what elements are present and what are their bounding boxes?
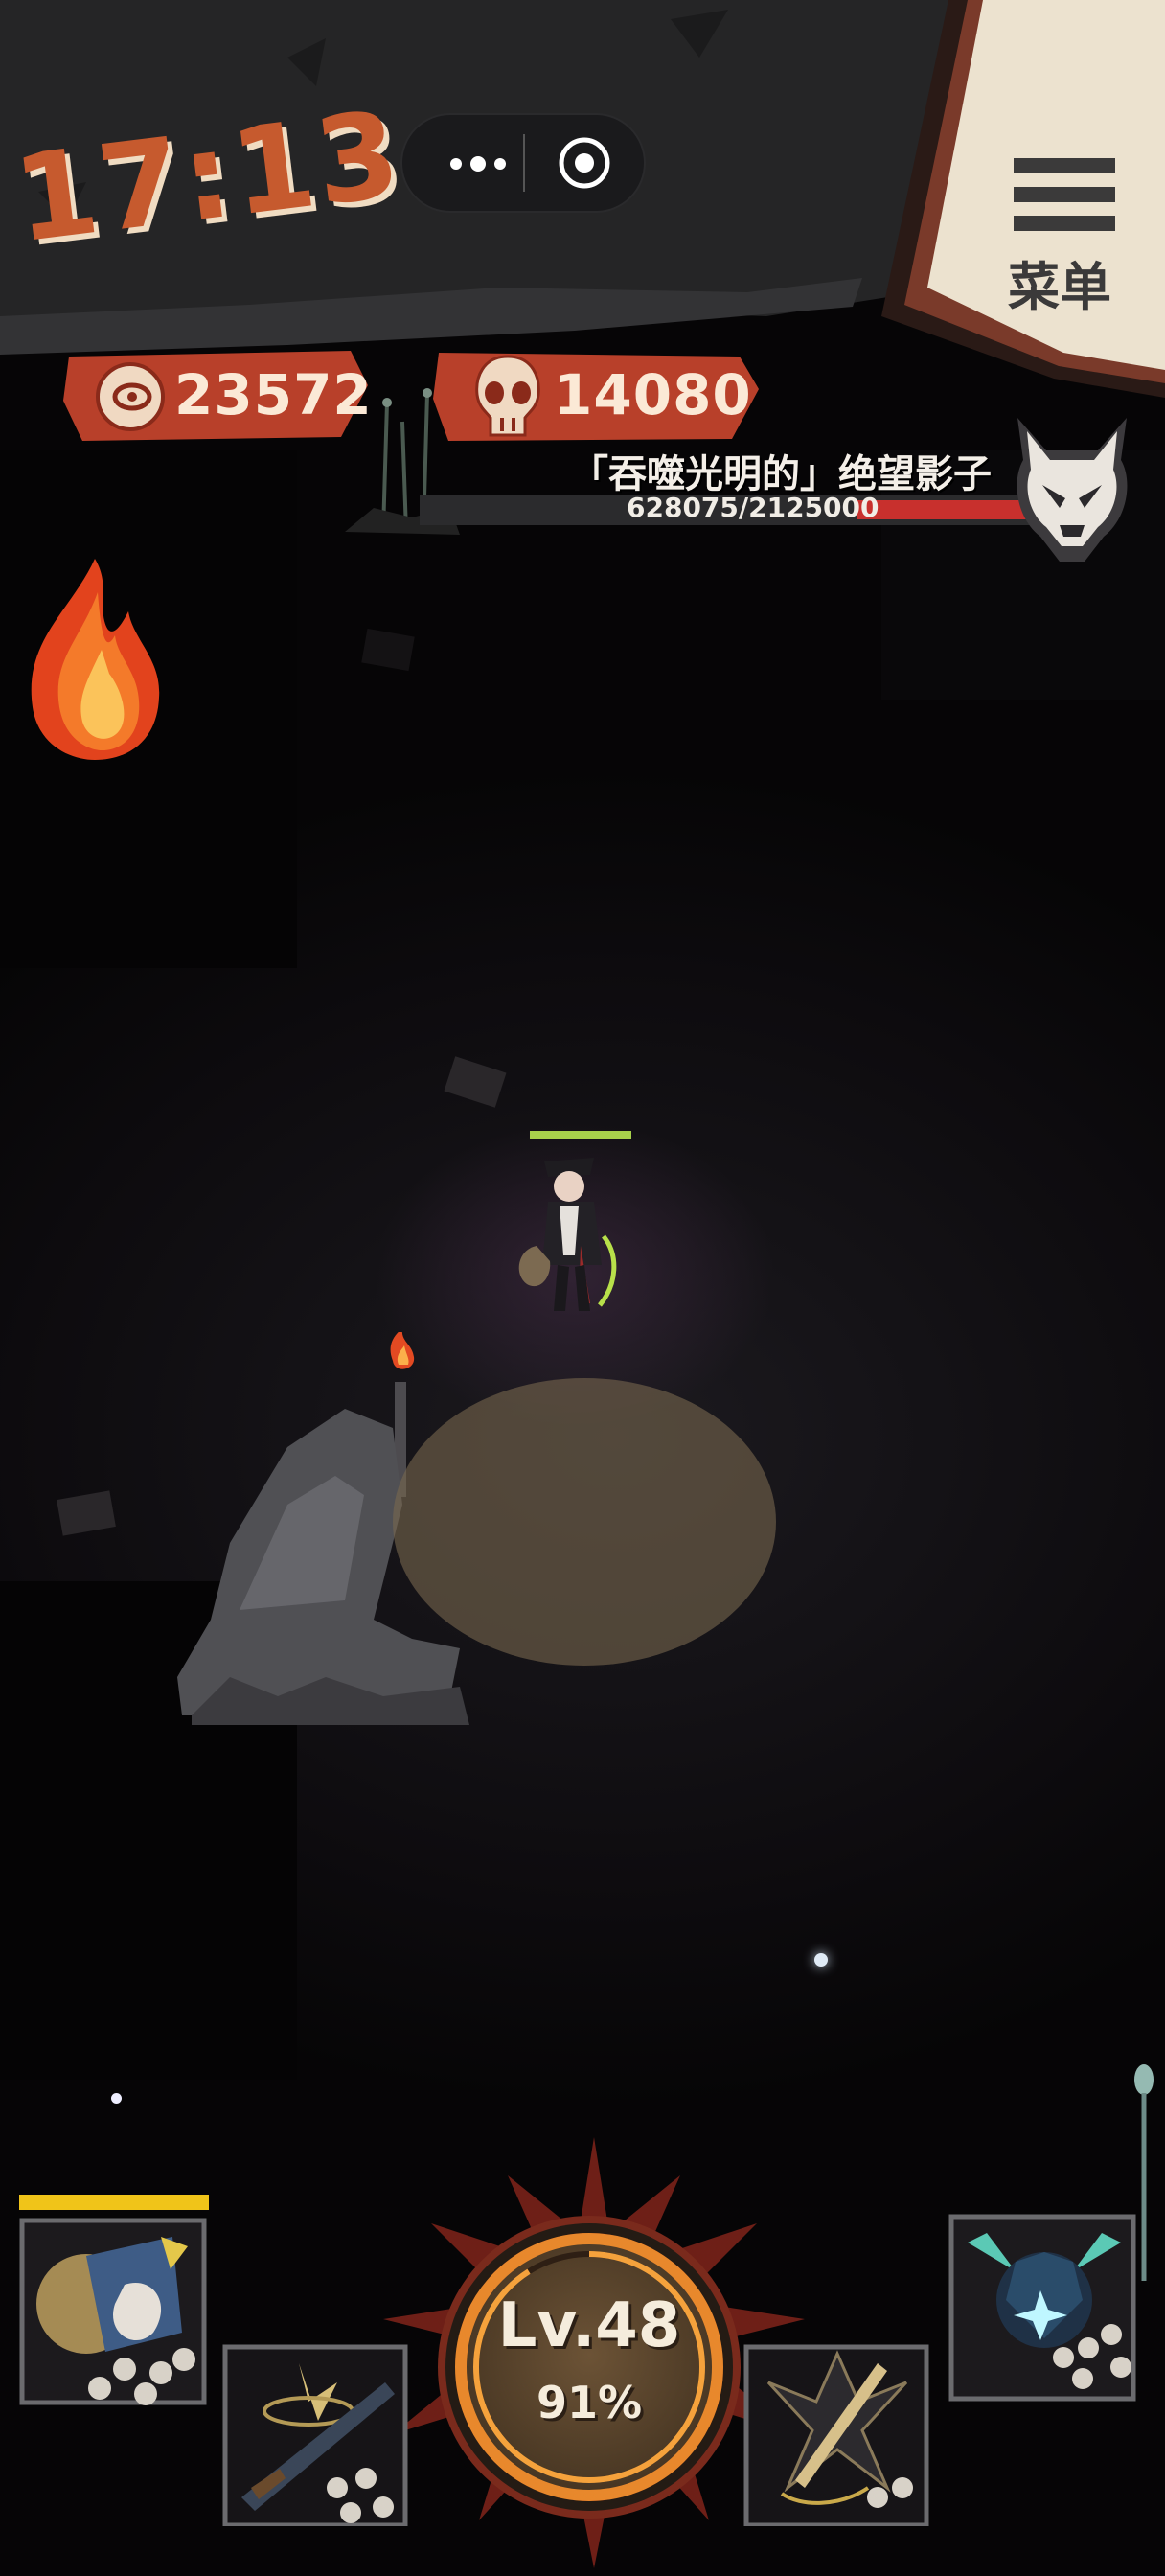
capsule-divider	[523, 134, 525, 192]
skull-icon	[475, 355, 540, 437]
sword-weapon-icon	[743, 2344, 929, 2528]
rock	[361, 628, 415, 672]
coin-counter: 23572	[63, 347, 372, 443]
hero-health-bar	[530, 1131, 631, 1139]
more-dots-icon[interactable]	[437, 140, 519, 188]
skull-counter: 14080	[433, 347, 759, 443]
level-label: Lv.48	[497, 2290, 681, 2361]
horned-demon-skull-icon[interactable]	[1008, 412, 1136, 565]
cat-gunner-hero-icon	[19, 2218, 207, 2405]
hero-slot-2[interactable]	[948, 2214, 1140, 2402]
hero-character[interactable]	[498, 1150, 642, 1322]
hero-xp-bar	[19, 2195, 209, 2210]
side-flame-icon	[31, 559, 160, 760]
eye-coin-icon	[96, 362, 165, 431]
level-progress-ring	[473, 2251, 705, 2483]
target-close-icon[interactable]	[556, 134, 613, 192]
weapon-slot-2[interactable]	[743, 2344, 931, 2528]
hamburger-icon	[1014, 158, 1115, 231]
rifle-weapon-icon	[222, 2344, 408, 2528]
menu-label: 菜单	[1008, 257, 1111, 317]
rock	[444, 1056, 507, 1108]
crystal-spirit-hero-icon	[948, 2214, 1136, 2402]
rock	[57, 1490, 116, 1536]
light-orb	[111, 2093, 122, 2104]
level-up-button[interactable]: Lv.48 91%	[455, 2233, 723, 2501]
light-orb	[814, 1953, 828, 1966]
boss-health-text: 628075/2125000	[627, 492, 879, 523]
menu-button[interactable]	[862, 0, 1165, 402]
level-percent: 91%	[536, 2377, 643, 2428]
skull-value: 14080	[554, 362, 752, 427]
ground-spotlight	[393, 1378, 776, 1666]
mini-program-capsule	[400, 113, 646, 213]
weapon-slot-1[interactable]	[222, 2344, 410, 2528]
hero-health-fill	[530, 1131, 631, 1139]
boss-name: 「吞噬光明的」绝望影子	[570, 452, 992, 496]
hero-slot-1[interactable]	[19, 2218, 211, 2405]
coin-value: 23572	[174, 362, 373, 427]
